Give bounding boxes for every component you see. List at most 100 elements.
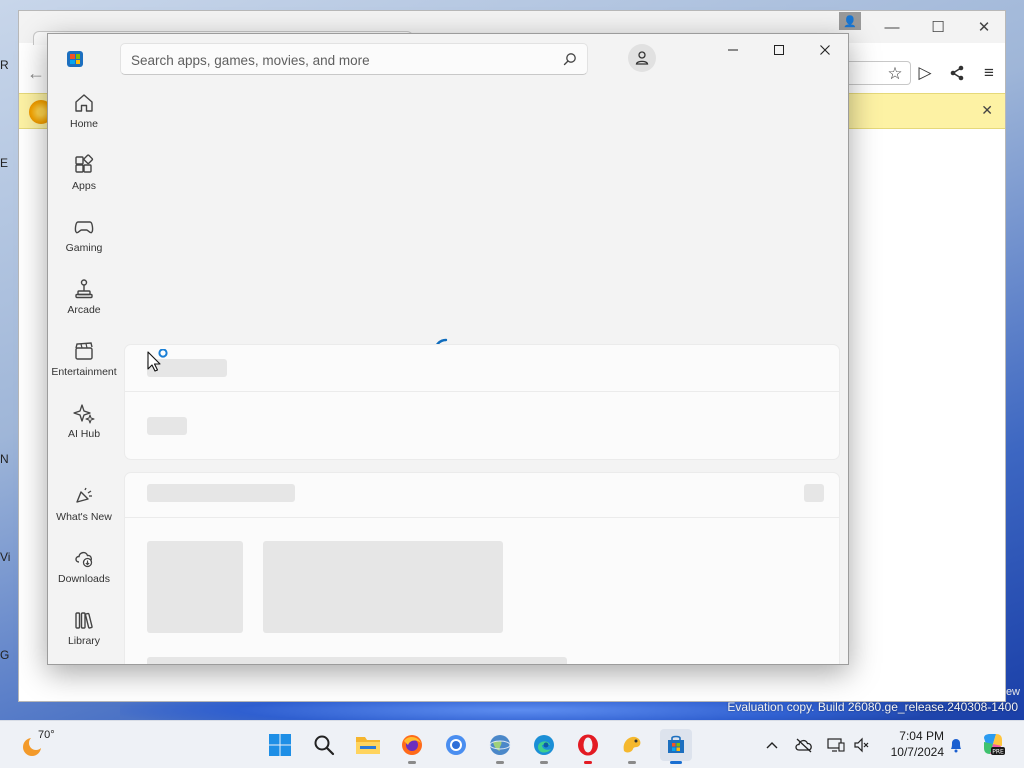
taskbar: 70° 7:04 PM 10/7/2024 PRE xyxy=(0,720,1024,768)
nav-label: What's New xyxy=(56,511,112,523)
chrome-icon xyxy=(446,735,466,755)
nav-label: Entertainment xyxy=(51,366,117,378)
home-icon xyxy=(75,94,93,112)
folder-icon xyxy=(356,737,380,754)
taskbar-opera[interactable] xyxy=(572,729,604,764)
nav-item-whats-new[interactable]: What's New xyxy=(50,479,118,537)
back-arrow-icon[interactable]: ← xyxy=(27,63,45,84)
tray-volume[interactable] xyxy=(852,735,872,755)
nav-item-downloads[interactable]: Downloads xyxy=(50,541,118,599)
tray-copilot[interactable]: PRE xyxy=(980,731,1006,757)
nav-label: Home xyxy=(69,118,98,130)
apps-icon xyxy=(75,154,94,173)
weather-temperature: 70° xyxy=(38,729,55,741)
nav-item-apps[interactable]: Apps xyxy=(50,148,118,206)
store-close-button[interactable] xyxy=(802,38,848,62)
close-icon xyxy=(820,45,830,55)
skeleton-card xyxy=(124,344,840,460)
skeleton-text xyxy=(147,657,567,664)
volume-muted-icon xyxy=(854,737,869,753)
copilot-icon: PRE xyxy=(984,734,1005,756)
firefox-icon xyxy=(402,735,422,755)
tray-network[interactable] xyxy=(826,735,846,755)
windows-logo-icon xyxy=(269,734,291,756)
search-input[interactable] xyxy=(131,51,551,69)
gamepad-icon xyxy=(74,221,94,234)
share-icon[interactable] xyxy=(945,61,969,85)
evaluation-watermark: Evaluation copy. Build 26080.ge_release.… xyxy=(727,700,1018,714)
card-divider xyxy=(125,391,839,392)
skeleton-text xyxy=(147,417,187,435)
nav-item-home[interactable]: Home xyxy=(50,86,118,144)
search-box[interactable] xyxy=(120,43,588,75)
sparkle-icon xyxy=(73,404,95,424)
nav-item-entertainment[interactable]: Entertainment xyxy=(50,334,118,392)
browser-close-button[interactable]: ✕ xyxy=(961,13,1007,41)
taskbar-edge[interactable] xyxy=(528,729,560,764)
nav-item-arcade[interactable]: Arcade xyxy=(50,272,118,330)
svg-text:PRE: PRE xyxy=(992,749,1004,756)
clapperboard-icon xyxy=(75,342,93,360)
store-maximize-button[interactable] xyxy=(756,38,802,62)
start-button[interactable] xyxy=(264,729,296,761)
joystick-icon xyxy=(75,279,93,299)
desktop-icon-label-fragment: R xyxy=(0,58,9,72)
running-indicator-active xyxy=(670,761,682,764)
desktop-icon-label-fragment: Vi xyxy=(0,550,11,564)
desktop-icon-label-fragment: G xyxy=(0,648,10,662)
store-minimize-button[interactable] xyxy=(710,38,756,62)
desktop-icon-label-fragment: N xyxy=(0,452,9,466)
edge-icon xyxy=(534,735,554,755)
taskbar-pidgin[interactable] xyxy=(616,729,648,764)
network-icon xyxy=(827,738,845,752)
tray-overflow-chevron[interactable] xyxy=(762,735,782,755)
nav-label: AI Hub xyxy=(67,428,101,440)
nav-item-ai-hub[interactable]: AI Hub xyxy=(50,396,118,454)
cloud-download-icon xyxy=(75,551,93,568)
menu-icon[interactable]: ≡ xyxy=(977,61,1001,85)
nav-label: Arcade xyxy=(67,304,101,316)
card-divider xyxy=(125,517,839,518)
megaphone-icon xyxy=(76,487,92,503)
bookmark-star-icon[interactable]: ☆ xyxy=(883,62,907,86)
busy-cursor-icon xyxy=(147,349,168,372)
bell-icon xyxy=(951,739,961,753)
running-indicator xyxy=(628,761,636,764)
person-icon xyxy=(635,51,649,65)
search-icon[interactable] xyxy=(563,52,577,66)
taskbar-search-button[interactable] xyxy=(308,729,340,761)
play-icon[interactable]: ▷ xyxy=(913,61,937,85)
minimize-icon xyxy=(728,49,738,51)
skeleton-thumbnail xyxy=(147,541,243,633)
browser-minimize-button[interactable]: — xyxy=(869,13,915,41)
account-avatar-button[interactable] xyxy=(628,44,656,72)
search-icon xyxy=(314,735,335,756)
nav-item-gaming[interactable]: Gaming xyxy=(50,210,118,268)
nav-label: Apps xyxy=(72,180,96,192)
running-indicator xyxy=(496,761,504,764)
running-indicator xyxy=(540,761,548,764)
profile-icon[interactable]: 👤 xyxy=(839,12,861,30)
taskbar-globe-browser[interactable] xyxy=(484,729,516,764)
maximize-icon xyxy=(774,45,784,55)
nav-item-library[interactable]: Library xyxy=(50,603,118,661)
skeleton-button xyxy=(804,484,824,502)
running-indicator xyxy=(584,761,592,764)
taskbar-file-explorer[interactable] xyxy=(352,729,384,761)
taskbar-microsoft-store[interactable] xyxy=(660,729,692,764)
browser-maximize-button[interactable]: ☐ xyxy=(915,13,961,41)
skeleton-title xyxy=(147,484,295,502)
tray-notifications[interactable] xyxy=(946,735,966,755)
weather-widget[interactable]: 70° xyxy=(20,729,68,761)
notification-close-button[interactable]: ✕ xyxy=(981,102,993,119)
tray-onedrive[interactable] xyxy=(794,735,814,755)
store-logo-icon xyxy=(67,51,83,67)
desktop-icon-label-fragment: E xyxy=(0,156,9,170)
system-clock[interactable]: 7:04 PM 10/7/2024 xyxy=(880,728,944,760)
taskbar-firefox[interactable] xyxy=(396,729,428,764)
nav-label: Gaming xyxy=(65,242,103,254)
taskbar-chrome[interactable] xyxy=(440,729,472,761)
library-icon xyxy=(75,612,93,629)
nav-label: Library xyxy=(67,635,101,647)
chevron-up-icon xyxy=(766,742,778,749)
